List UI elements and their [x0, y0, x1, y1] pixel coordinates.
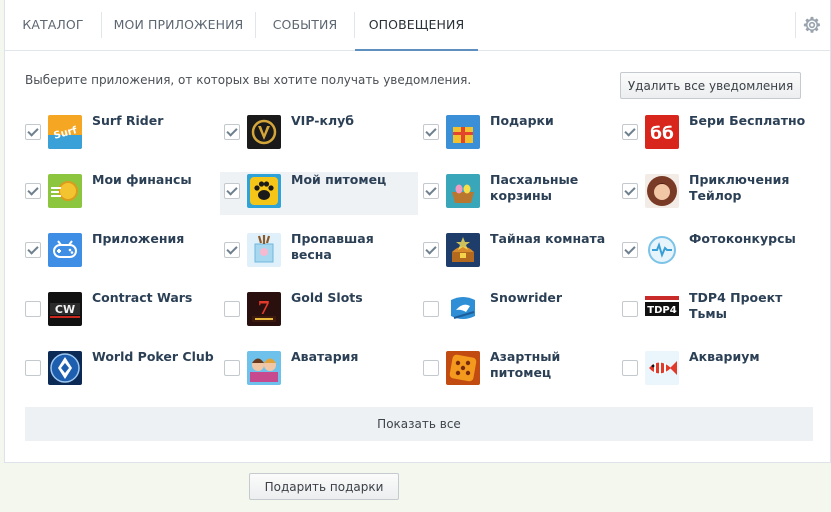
app-name: Пасхальные корзины	[490, 172, 579, 203]
checkbox[interactable]	[25, 183, 41, 199]
give-gifts-button[interactable]: Подарить подарки	[249, 473, 399, 500]
checkbox[interactable]	[224, 360, 240, 376]
app-name: Фотоконкурсы	[689, 231, 796, 246]
checkbox[interactable]	[224, 183, 240, 199]
gifts-icon	[446, 115, 480, 149]
world-poker-club-icon	[48, 351, 82, 385]
app-name: Мои финансы	[92, 172, 192, 187]
app-item[interactable]: Приключения Тейлор	[618, 172, 816, 215]
beri-besplatno-icon: бб	[645, 115, 679, 149]
app-item[interactable]: World Poker Club	[21, 349, 219, 392]
app-item[interactable]: 7 Gold Slots	[220, 290, 418, 333]
app-name: Snowrider	[490, 290, 563, 305]
tab-notifications[interactable]: Оповещения	[355, 0, 478, 51]
svg-text:CW: CW	[55, 303, 75, 316]
checkbox[interactable]	[25, 360, 41, 376]
app-name: Тайная комната	[490, 231, 606, 246]
app-name: Приключения Тейлор	[689, 172, 790, 203]
aquarium-icon	[645, 351, 679, 385]
notifications-panel: Каталог Мои приложения События Оповещени…	[4, 0, 831, 463]
secret-room-icon	[446, 233, 480, 267]
app-item[interactable]: Surf Surf Rider	[21, 113, 219, 156]
checkbox[interactable]	[25, 242, 41, 258]
gear-icon[interactable]	[803, 16, 821, 34]
tab-bar: Каталог Мои приложения События Оповещени…	[5, 0, 830, 51]
gambling-pet-icon	[446, 351, 480, 385]
show-all-button[interactable]: Показать все	[25, 407, 813, 441]
checkbox[interactable]	[622, 242, 638, 258]
contract-wars-icon: CW	[48, 292, 82, 326]
app-name: VIP-клуб	[291, 113, 354, 128]
checkbox[interactable]	[224, 301, 240, 317]
app-item[interactable]: VIP-клуб	[220, 113, 418, 156]
app-name: Gold Slots	[291, 290, 363, 305]
avataria-icon	[247, 351, 281, 385]
app-item[interactable]: Пасхальные корзины	[419, 172, 617, 215]
app-name: Мой питомец	[291, 172, 387, 187]
checkbox[interactable]	[423, 301, 439, 317]
gold-slots-icon: 7	[247, 292, 281, 326]
app-item[interactable]: Мои финансы	[21, 172, 219, 215]
pet-paw-icon	[247, 174, 281, 208]
photo-contest-icon	[645, 233, 679, 267]
checkbox[interactable]	[622, 183, 638, 199]
app-name: Бери Бесплатно	[689, 113, 806, 128]
app-name: World Poker Club	[92, 349, 214, 364]
app-item[interactable]: Подарки	[419, 113, 617, 156]
checkbox[interactable]	[25, 301, 41, 317]
taylor-adventures-icon	[645, 174, 679, 208]
app-item[interactable]: Азартный питомец	[419, 349, 617, 392]
app-name: Аватария	[291, 349, 359, 364]
checkbox[interactable]	[622, 301, 638, 317]
app-item[interactable]: Аквариум	[618, 349, 816, 392]
instruction-text: Выберите приложения, от которых вы хотит…	[25, 73, 472, 87]
app-item[interactable]: CW Contract Wars	[21, 290, 219, 333]
checkbox[interactable]	[423, 183, 439, 199]
checkbox[interactable]	[423, 360, 439, 376]
snowrider-icon	[446, 292, 480, 326]
svg-text:бб: бб	[650, 124, 674, 144]
surf-rider-icon: Surf	[48, 115, 82, 149]
svg-text:7: 7	[258, 298, 271, 319]
checkbox[interactable]	[224, 124, 240, 140]
checkbox[interactable]	[622, 360, 638, 376]
finances-icon	[48, 174, 82, 208]
app-item[interactable]: Аватария	[220, 349, 418, 392]
checkbox[interactable]	[423, 242, 439, 258]
tab-events[interactable]: События	[256, 0, 354, 50]
app-item[interactable]: Фотоконкурсы	[618, 231, 816, 274]
app-item[interactable]: Пропавшая весна	[220, 231, 418, 274]
app-item[interactable]: Тайная комната	[419, 231, 617, 274]
app-name: Аквариум	[689, 349, 760, 364]
app-item[interactable]: Приложения	[21, 231, 219, 274]
app-name: Surf Rider	[92, 113, 164, 128]
vip-club-icon	[247, 115, 281, 149]
app-name: Азартный питомец	[490, 349, 561, 380]
app-name: Contract Wars	[92, 290, 193, 305]
svg-text:TDP4: TDP4	[647, 305, 676, 316]
checkbox[interactable]	[25, 124, 41, 140]
delete-all-notifications-button[interactable]: Удалить все уведомления	[620, 72, 801, 99]
checkbox[interactable]	[622, 124, 638, 140]
app-item[interactable]: Мой питомец	[220, 172, 418, 215]
tdp4-icon: TDP4	[645, 292, 679, 326]
tab-catalog[interactable]: Каталог	[5, 0, 101, 50]
easter-baskets-icon	[446, 174, 480, 208]
app-name: Подарки	[490, 113, 554, 128]
app-name: Пропавшая весна	[291, 231, 374, 262]
tab-my-apps[interactable]: Мои приложения	[102, 0, 255, 50]
app-name: Приложения	[92, 231, 185, 246]
app-item[interactable]: TDP4 TDP4 Проект Тьмы	[618, 290, 816, 333]
checkbox[interactable]	[224, 242, 240, 258]
app-item[interactable]: Snowrider	[419, 290, 617, 333]
app-item[interactable]: бб Бери Бесплатно	[618, 113, 816, 156]
gamepad-icon	[48, 233, 82, 267]
app-name: TDP4 Проект Тьмы	[689, 290, 783, 321]
lost-spring-icon	[247, 233, 281, 267]
checkbox[interactable]	[423, 124, 439, 140]
tab-divider	[795, 12, 796, 38]
